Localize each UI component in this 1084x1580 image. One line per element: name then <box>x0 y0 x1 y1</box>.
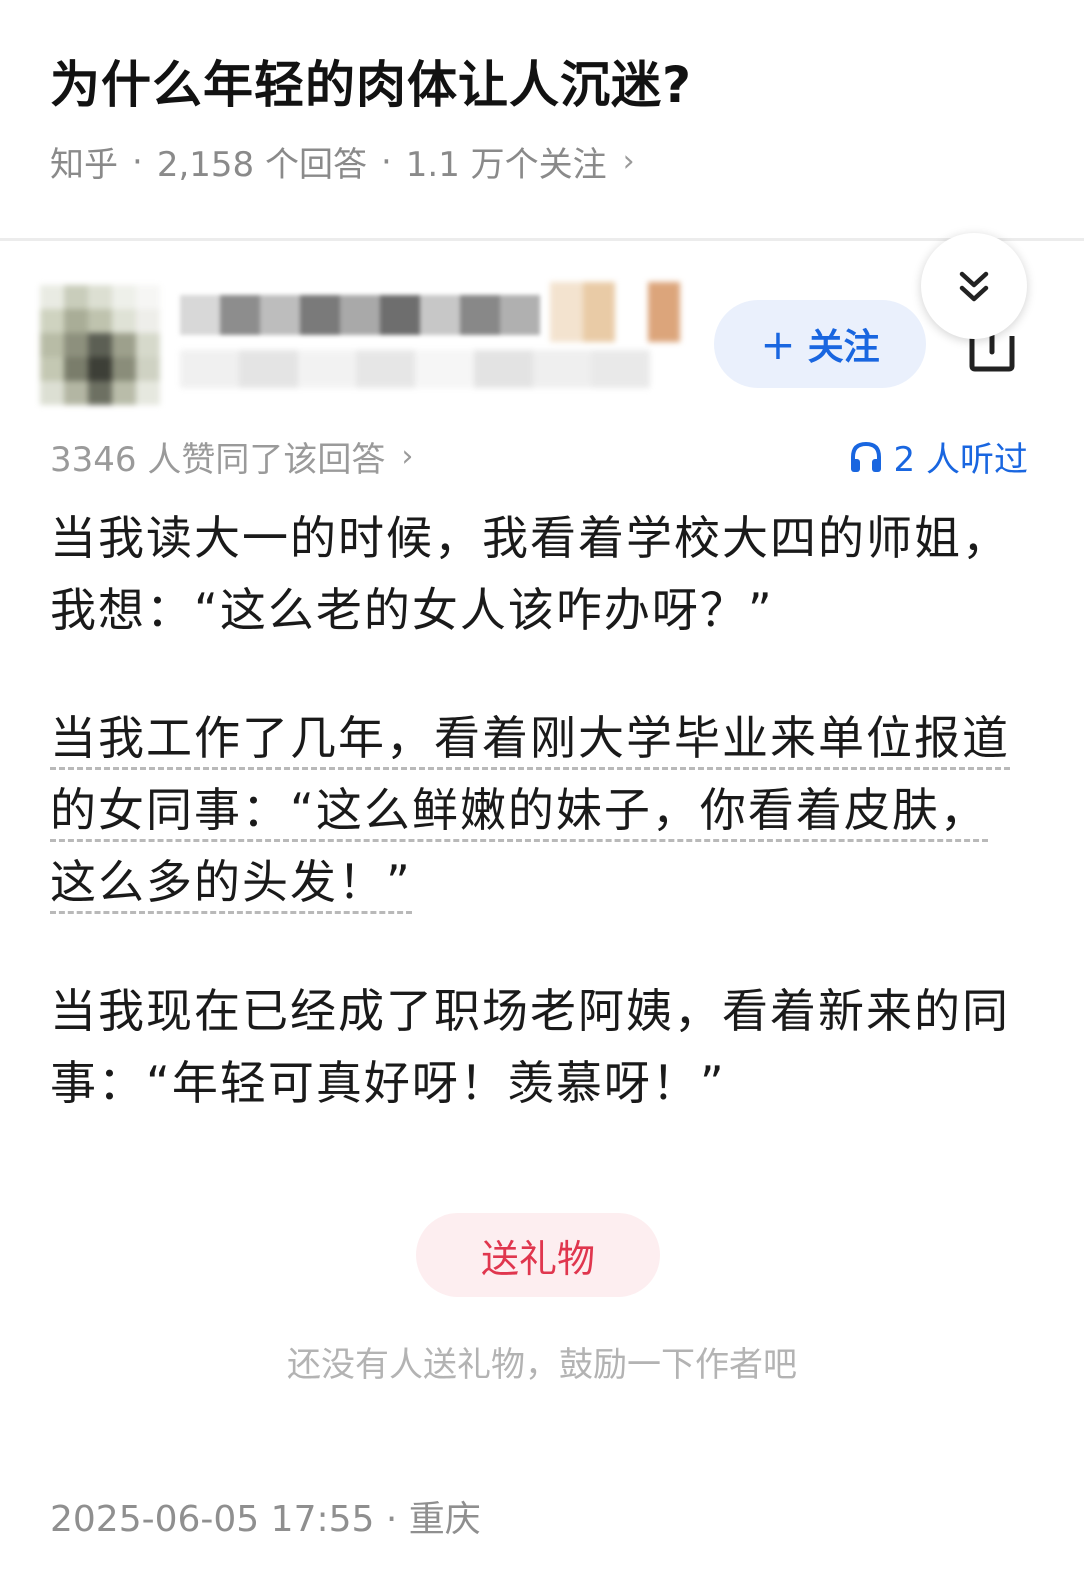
meta-separator: · <box>385 1499 398 1540</box>
post-datetime: 2025-06-05 17:55 <box>50 1499 375 1540</box>
author-avatar[interactable] <box>40 285 160 405</box>
author-badge <box>550 282 680 342</box>
question-meta[interactable]: 知乎 · 2,158 个回答 · 1.1 万个关注 › <box>50 137 635 186</box>
follow-button[interactable]: + 关注 <box>714 300 926 388</box>
question-title[interactable]: 为什么年轻的肉体让人沉迷? <box>50 45 692 117</box>
follow-label: 关注 <box>807 327 880 368</box>
double-chevron-down-icon <box>959 271 989 302</box>
gift-hint: 还没有人送礼物，鼓励一下作者吧 <box>287 1345 797 1385</box>
highlighted-text[interactable]: 当我工作了几年，看着刚大学毕业来单位报道的女同事：“这么鲜嫩的妹子，你看着皮肤，… <box>50 711 1010 914</box>
answer-footer: 2025-06-05 17:55 · 重庆 <box>50 1490 481 1542</box>
meta-separator: · <box>132 141 143 182</box>
follower-count: 1.1 万个关注 <box>405 145 607 185</box>
answer-paragraph: 当我读大一的时候，我看着学校大四的师姐，我想：“这么老的女人该咋办呀？” <box>50 511 1010 637</box>
answer-count: 2,158 个回答 <box>156 145 367 185</box>
post-location: 重庆 <box>408 1499 481 1540</box>
headphones-icon <box>850 441 881 472</box>
plus-icon: + <box>760 319 796 369</box>
answer-paragraph: 当我现在已经成了职场老阿姨，看着新来的同事：“年轻可真好呀！羡慕呀！” <box>50 984 1010 1110</box>
author-bio <box>180 350 650 388</box>
source-label: 知乎 <box>50 145 118 185</box>
chevron-right-icon: › <box>401 439 414 474</box>
meta-separator: · <box>380 141 392 182</box>
vote-count: 3346 人赞同了该回答 <box>50 440 386 480</box>
send-gift-button[interactable]: 送礼物 <box>416 1213 660 1297</box>
listener-count: 2 人听过 <box>893 440 1028 480</box>
chevron-right-icon: › <box>622 144 635 179</box>
vote-summary[interactable]: 3346 人赞同了该回答 › <box>50 432 413 481</box>
answer-page: 为什么年轻的肉体让人沉迷? 知乎 · 2,158 个回答 · 1.1 万个关注 … <box>0 0 1084 1580</box>
collapse-button[interactable] <box>921 233 1027 339</box>
answer-paragraph-highlighted[interactable]: 当我工作了几年，看着刚大学毕业来单位报道的女同事：“这么鲜嫩的妹子，你看着皮肤，… <box>50 702 1025 918</box>
author-name[interactable] <box>180 295 540 335</box>
listen-summary[interactable]: 2 人听过 <box>848 432 1028 481</box>
divider <box>0 238 1084 241</box>
